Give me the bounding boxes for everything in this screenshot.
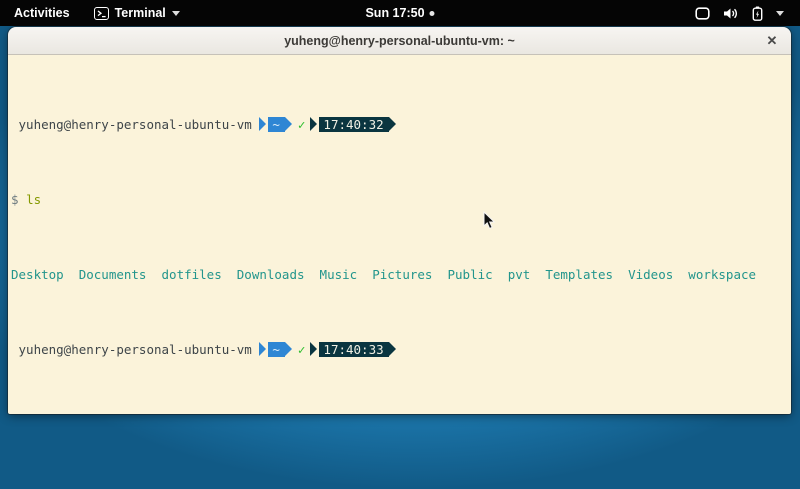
top-bar-left: Activities Terminal bbox=[0, 0, 190, 26]
screen-icon bbox=[695, 7, 710, 20]
ls-output-line: Desktop Documents dotfiles Downloads Mus… bbox=[11, 267, 788, 282]
prompt-path: ~ bbox=[268, 342, 285, 357]
prompt-line: yuheng@henry-personal-ubuntu-vm ~ ✓ 17:4… bbox=[11, 342, 788, 357]
prompt-user-host: yuheng@henry-personal-ubuntu-vm bbox=[11, 342, 259, 357]
clock-label: Sun 17:50 bbox=[365, 6, 424, 20]
notification-dot bbox=[430, 11, 435, 16]
terminal-content[interactable]: yuheng@henry-personal-ubuntu-vm ~ ✓ 17:4… bbox=[8, 55, 791, 414]
prompt-path-segment: ~ bbox=[259, 342, 292, 357]
window-titlebar[interactable]: yuheng@henry-personal-ubuntu-vm: ~ ✕ bbox=[8, 27, 791, 55]
volume-icon bbox=[723, 7, 739, 20]
powerline-arrow-icon bbox=[389, 117, 396, 131]
powerline-arrow-icon bbox=[259, 342, 266, 356]
powerline-arrow-icon bbox=[310, 342, 317, 356]
prompt-user-host: yuheng@henry-personal-ubuntu-vm bbox=[11, 117, 259, 132]
status-check-icon: ✓ bbox=[292, 342, 311, 357]
command-line: $ ls bbox=[11, 192, 788, 207]
prompt-line: yuheng@henry-personal-ubuntu-vm ~ ✓ 17:4… bbox=[11, 117, 788, 132]
chevron-down-icon bbox=[172, 11, 180, 16]
clock-menu[interactable]: Sun 17:50 bbox=[365, 0, 434, 26]
window-title: yuheng@henry-personal-ubuntu-vm: ~ bbox=[284, 34, 515, 48]
app-menu-terminal[interactable]: Terminal bbox=[84, 0, 190, 26]
close-button[interactable]: ✕ bbox=[763, 32, 781, 50]
powerline-arrow-icon bbox=[310, 117, 317, 131]
powerline-arrow-icon bbox=[285, 342, 292, 356]
typed-command: ls bbox=[26, 192, 41, 207]
prompt-path: ~ bbox=[268, 117, 285, 132]
terminal-window: yuheng@henry-personal-ubuntu-vm: ~ ✕ yuh… bbox=[8, 27, 791, 414]
system-tray[interactable] bbox=[695, 0, 800, 26]
prompt-symbol: $ bbox=[11, 192, 26, 207]
top-bar: Activities Terminal Sun 17:50 bbox=[0, 0, 800, 26]
prompt-time: 17:40:32 bbox=[319, 117, 388, 132]
activities-button[interactable]: Activities bbox=[0, 0, 84, 26]
powerline-arrow-icon bbox=[285, 117, 292, 131]
prompt-time-segment: 17:40:32 bbox=[310, 117, 395, 132]
powerline-arrow-icon bbox=[259, 117, 266, 131]
prompt-time-segment: 17:40:33 bbox=[310, 342, 395, 357]
prompt-time: 17:40:33 bbox=[319, 342, 388, 357]
app-menu-label: Terminal bbox=[115, 6, 166, 20]
battery-charging-icon bbox=[752, 6, 763, 21]
status-check-icon: ✓ bbox=[292, 117, 311, 132]
prompt-path-segment: ~ bbox=[259, 117, 292, 132]
chevron-down-icon bbox=[776, 11, 784, 16]
powerline-arrow-icon bbox=[389, 342, 396, 356]
terminal-icon bbox=[94, 7, 109, 20]
